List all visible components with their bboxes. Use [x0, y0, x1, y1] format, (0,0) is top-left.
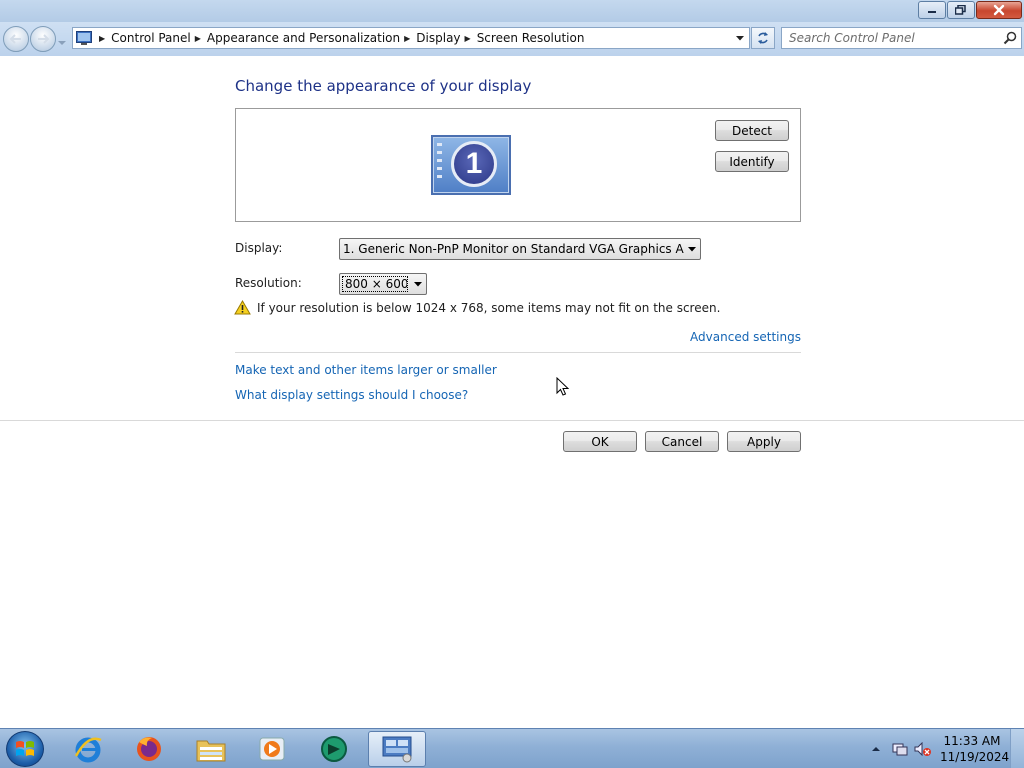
search-icon[interactable] [1003, 31, 1017, 45]
display-select-value: 1. Generic Non-PnP Monitor on Standard V… [343, 242, 684, 256]
detect-button[interactable]: Detect [715, 120, 789, 141]
identify-button[interactable]: Identify [715, 151, 789, 172]
warning-icon [234, 300, 251, 315]
clock[interactable]: 11:33 AM 11/19/2024 [940, 733, 1010, 765]
display-select[interactable]: 1. Generic Non-PnP Monitor on Standard V… [339, 238, 701, 260]
clock-date: 11/19/2024 [940, 750, 1010, 764]
breadcrumb-separator-icon: ▶ [194, 33, 201, 43]
resolution-label: Resolution: [235, 276, 302, 290]
close-icon [993, 4, 1005, 16]
breadcrumb-separator-icon: ▶ [464, 33, 471, 43]
divider [235, 352, 801, 353]
divider [0, 420, 1024, 421]
monitor-thumbnail[interactable]: 1 [431, 135, 511, 195]
internet-explorer-icon[interactable] [60, 731, 116, 767]
minimize-button[interactable] [918, 1, 946, 19]
search-box[interactable] [781, 27, 1022, 49]
address-bar[interactable]: ▶ Control Panel ▶ Appearance and Persona… [72, 27, 750, 49]
show-hidden-icons-icon[interactable] [872, 746, 880, 752]
breadcrumb-appearance[interactable]: Appearance and Personalization [207, 31, 400, 45]
forward-button[interactable] [30, 26, 56, 52]
taskbar: 11:33 AM 11/19/2024 [0, 728, 1024, 768]
chevron-down-icon [410, 274, 426, 294]
caption-buttons [917, 1, 1022, 19]
resolution-warning: If your resolution is below 1024 x 768, … [234, 300, 720, 315]
show-desktop-button[interactable] [1010, 729, 1024, 768]
refresh-button[interactable] [751, 27, 775, 49]
screen-resolution-icon[interactable] [368, 731, 426, 767]
start-button[interactable] [6, 731, 44, 767]
title-bar [0, 0, 1024, 22]
search-input[interactable] [782, 28, 997, 48]
control-panel-icon [73, 28, 95, 48]
display-settings-help-link[interactable]: What display settings should I choose? [235, 388, 468, 402]
resolution-select-value: 800 × 600 [342, 276, 408, 292]
breadcrumb-display[interactable]: Display [416, 31, 460, 45]
display-label: Display: [235, 241, 283, 255]
breadcrumb-separator-icon: ▶ [99, 33, 106, 43]
ok-button[interactable]: OK [563, 431, 637, 452]
breadcrumb-control-panel[interactable]: Control Panel [111, 31, 191, 45]
file-explorer-icon[interactable] [183, 731, 239, 767]
advanced-settings-link[interactable]: Advanced settings [690, 330, 801, 344]
navigation-bar: ▶ Control Panel ▶ Appearance and Persona… [0, 22, 1024, 56]
chevron-down-icon [736, 35, 744, 40]
breadcrumb-screen-resolution[interactable]: Screen Resolution [477, 31, 585, 45]
windows-logo-icon [16, 741, 34, 756]
desktop-icons-thumbnail [437, 143, 445, 187]
volume-muted-icon[interactable] [914, 742, 932, 756]
close-button[interactable] [976, 1, 1022, 19]
recent-pages-button[interactable] [58, 35, 66, 49]
content-area: Change the appearance of your display 1 … [0, 56, 1024, 728]
network-icon[interactable] [892, 742, 908, 756]
clock-time: 11:33 AM [943, 734, 1001, 748]
refresh-icon [758, 32, 768, 44]
back-arrow-icon [9, 34, 21, 44]
back-button[interactable] [3, 26, 29, 52]
chevron-down-icon [684, 239, 700, 259]
firefox-icon[interactable] [121, 731, 177, 767]
media-player-icon[interactable] [244, 731, 300, 767]
resolution-select[interactable]: 800 × 600 [339, 273, 427, 295]
apply-button[interactable]: Apply [727, 431, 801, 452]
minimize-icon [928, 11, 936, 13]
breadcrumb-separator-icon: ▶ [404, 33, 411, 43]
chevron-down-icon [58, 41, 66, 45]
address-dropdown-button[interactable] [731, 28, 749, 48]
text-size-link[interactable]: Make text and other items larger or smal… [235, 363, 497, 377]
monitor-preview-panel: 1 Detect Identify [235, 108, 801, 222]
restore-icon [955, 5, 966, 15]
app-icon[interactable] [306, 731, 362, 767]
forward-arrow-icon [38, 34, 50, 44]
restore-button[interactable] [947, 1, 975, 19]
page-title: Change the appearance of your display [235, 77, 532, 95]
mouse-cursor-icon [556, 377, 570, 396]
cancel-button[interactable]: Cancel [645, 431, 719, 452]
warning-text: If your resolution is below 1024 x 768, … [257, 300, 721, 315]
monitor-number-badge: 1 [451, 141, 497, 187]
